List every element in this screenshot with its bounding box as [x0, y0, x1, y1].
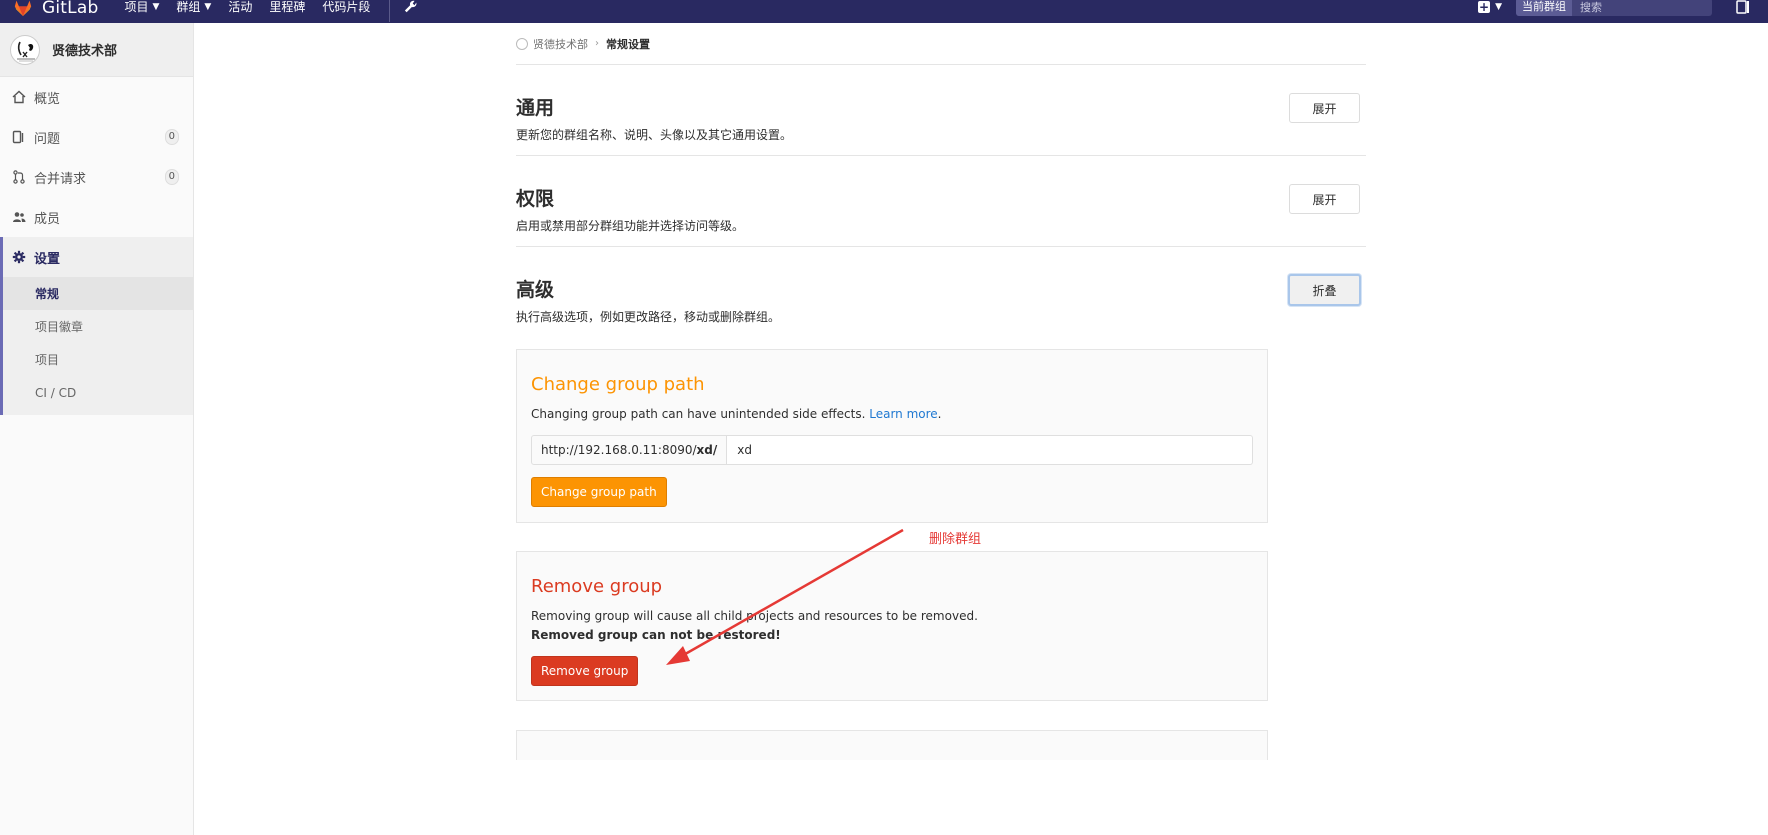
- group-path-input-group: http://192.168.0.11:8090/xd/: [531, 435, 1253, 465]
- change-path-description: Changing group path can have unintended …: [531, 407, 942, 421]
- search-input[interactable]: [1572, 0, 1725, 16]
- nav-links: 项目 ▼ 群组 ▼ 活动 里程碑 代码片段: [124, 0, 418, 23]
- nav-projects[interactable]: 项目 ▼: [124, 0, 159, 15]
- nav-divider: [389, 0, 391, 22]
- section-general: 通用 更新您的群组名称、说明、头像以及其它通用设置。 展开: [516, 65, 1366, 156]
- merge-request-icon: [13, 170, 25, 184]
- group-avatar-icon: [516, 37, 528, 50]
- section-description: 执行高级选项，例如更改路径，移动或删除群组。: [516, 310, 781, 324]
- sidebar-item-overview[interactable]: 概览: [0, 77, 193, 117]
- change-path-title: Change group path: [531, 374, 705, 395]
- plus-icon: +: [1478, 0, 1491, 14]
- nav-snippets[interactable]: 代码片段: [322, 0, 370, 15]
- change-group-path-button[interactable]: Change group path: [531, 477, 667, 507]
- sidebar-item-merge-requests[interactable]: 合并请求 0: [0, 157, 193, 197]
- remove-group-button[interactable]: Remove group: [531, 656, 639, 686]
- path-prefix-url: http://192.168.0.11:8090/: [541, 443, 697, 457]
- todo-icon[interactable]: [1736, 0, 1750, 14]
- new-dropdown[interactable]: + ▼: [1478, 1, 1502, 13]
- nav-activity[interactable]: 活动: [228, 0, 252, 15]
- search-scope-badge[interactable]: 当前群组: [1516, 0, 1572, 16]
- section-description: 启用或禁用部分群组功能并选择访问等级。: [516, 219, 745, 233]
- merge-requests-count-badge: 0: [164, 169, 179, 185]
- sidebar: 贤德技术部 概览 问题 0 合并请求 0 成员 设置 常规 项目徽章 项目 CI…: [0, 23, 194, 835]
- settings-subnav: 常规 项目徽章 项目 CI / CD: [0, 277, 193, 415]
- brand-name: GitLab: [42, 0, 99, 18]
- sidebar-item-settings[interactable]: 设置: [0, 237, 193, 277]
- remove-group-warning: Removed group can not be restored!: [531, 628, 781, 642]
- collapse-advanced-button[interactable]: 折叠: [1288, 274, 1361, 306]
- section-permissions: 权限 启用或禁用部分群组功能并选择访问等级。 展开: [516, 156, 1366, 247]
- sidebar-item-label: 合并请求: [34, 171, 87, 187]
- chevron-right-icon: ›: [595, 38, 599, 49]
- chevron-down-icon: ▼: [204, 1, 212, 12]
- nav-groups-label: 群组: [176, 0, 201, 14]
- section-title: 权限: [516, 188, 555, 210]
- change-path-description-text: Changing group path can have unintended …: [531, 407, 866, 421]
- breadcrumb-parent[interactable]: 贤德技术部: [533, 36, 588, 52]
- nav-right: + ▼ 当前群组: [1478, 0, 1768, 23]
- expand-permissions-button[interactable]: 展开: [1289, 184, 1360, 214]
- subnav-project-badges[interactable]: 项目徽章: [3, 310, 193, 343]
- nav-activity-label: 活动: [228, 0, 253, 14]
- gear-icon: [12, 250, 26, 264]
- sidebar-item-label: 问题: [34, 131, 61, 147]
- brand[interactable]: GitLab: [12, 0, 98, 23]
- main-content: 贤德技术部 › 常规设置 通用 更新您的群组名称、说明、头像以及其它通用设置。 …: [516, 23, 1366, 324]
- remove-group-panel: Remove group Removing group will cause a…: [516, 551, 1268, 701]
- expand-general-button[interactable]: 展开: [1289, 93, 1360, 123]
- search-box: 当前群组: [1516, 0, 1725, 16]
- issues-count-badge: 0: [164, 129, 179, 145]
- nav-milestones-label: 里程碑: [269, 0, 306, 14]
- sidebar-item-members[interactable]: 成员: [0, 197, 193, 237]
- path-prefix: http://192.168.0.11:8090/xd/: [531, 435, 728, 465]
- section-title: 高级: [516, 279, 555, 301]
- sidebar-item-label: 概览: [34, 91, 61, 107]
- gitlab-logo: [14, 0, 32, 16]
- subnav-ci-cd[interactable]: CI / CD: [3, 376, 193, 409]
- remove-group-title: Remove group: [531, 576, 663, 597]
- group-path-input[interactable]: [727, 435, 1253, 465]
- nav-snippets-label: 代码片段: [322, 0, 371, 14]
- chevron-down-icon: ▼: [1495, 2, 1502, 12]
- avatar: [10, 34, 40, 65]
- breadcrumb-current[interactable]: 常规设置: [606, 36, 650, 52]
- top-navbar: GitLab 项目 ▼ 群组 ▼ 活动 里程碑 代码片段 + ▼ 当前群组: [0, 0, 1768, 23]
- period: .: [937, 407, 942, 421]
- group-logo: [17, 41, 35, 61]
- chevron-down-icon: ▼: [152, 1, 160, 12]
- subnav-general[interactable]: 常规: [3, 277, 193, 310]
- group-name: 贤德技术部: [52, 44, 118, 59]
- annotation-label: 删除群组: [929, 532, 982, 547]
- issues-icon: [12, 130, 24, 144]
- nav-milestones[interactable]: 里程碑: [269, 0, 305, 15]
- change-path-panel: Change group path Changing group path ca…: [516, 349, 1268, 523]
- subnav-projects[interactable]: 项目: [3, 343, 193, 376]
- path-prefix-bold: xd/: [696, 443, 718, 457]
- users-icon: [13, 212, 26, 222]
- sidebar-item-label: 设置: [34, 251, 61, 267]
- learn-more-link[interactable]: Learn more: [869, 407, 937, 421]
- remove-group-description: Removing group will cause all child proj…: [531, 609, 978, 623]
- wrench-icon[interactable]: [404, 0, 418, 14]
- home-icon: [12, 90, 26, 104]
- nav-groups[interactable]: 群组 ▼: [176, 0, 211, 15]
- group-header[interactable]: 贤德技术部: [0, 23, 193, 77]
- nav-projects-label: 项目: [124, 0, 149, 14]
- next-panel: [516, 730, 1268, 760]
- breadcrumb: 贤德技术部 › 常规设置: [516, 23, 1366, 65]
- sidebar-item-label: 成员: [34, 211, 61, 227]
- section-description: 更新您的群组名称、说明、头像以及其它通用设置。: [516, 128, 793, 142]
- section-title: 通用: [516, 97, 555, 119]
- sidebar-item-issues[interactable]: 问题 0: [0, 117, 193, 157]
